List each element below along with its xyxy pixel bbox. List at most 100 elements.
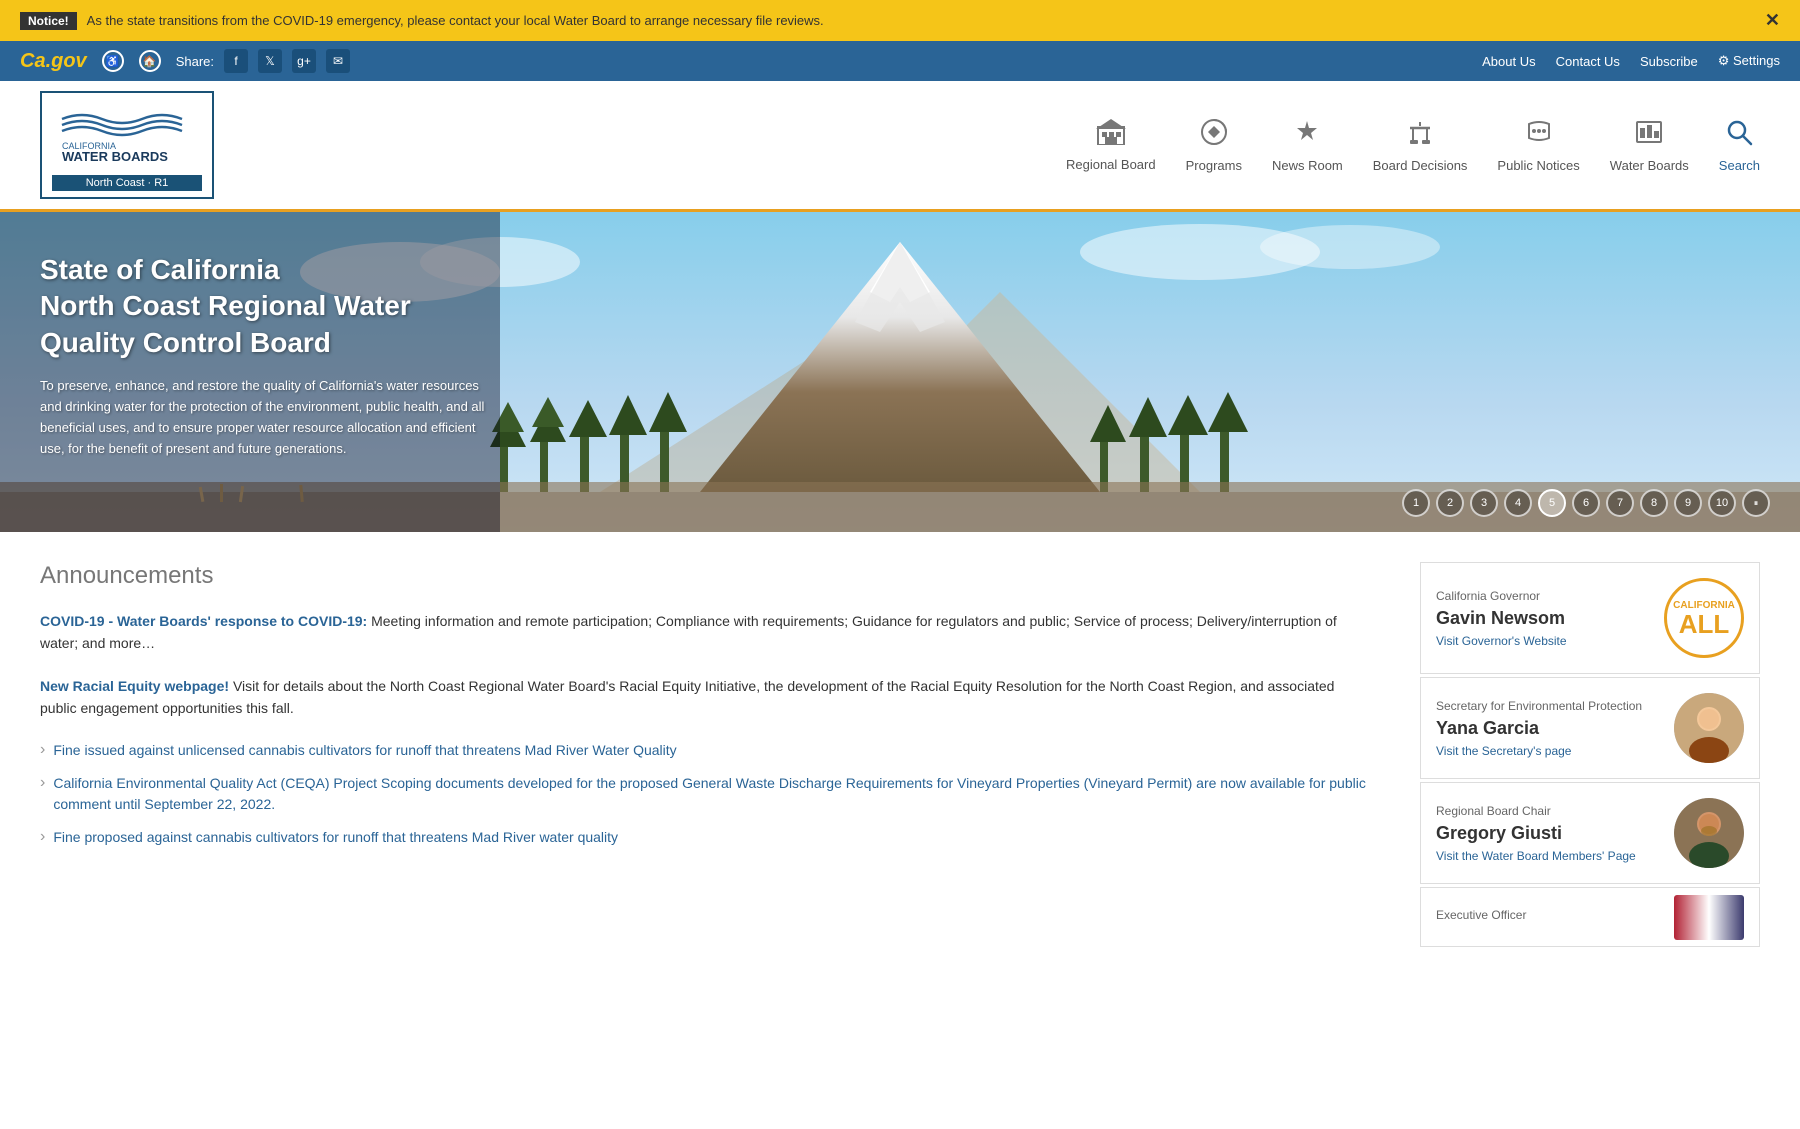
svg-text:WATER BOARDS: WATER BOARDS xyxy=(62,149,168,164)
hero-page-9[interactable]: 9 xyxy=(1674,489,1702,517)
subscribe-link[interactable]: Subscribe xyxy=(1640,54,1698,69)
secretary-card: Secretary for Environmental Protection Y… xyxy=(1420,677,1760,779)
governor-name: Gavin Newsom xyxy=(1436,608,1567,629)
hero-pagination: 1 2 3 4 5 6 7 8 9 10 ⏸ xyxy=(1402,489,1770,517)
secretary-avatar xyxy=(1674,693,1744,763)
board-decisions-icon xyxy=(1406,118,1434,153)
hero-page-5[interactable]: 5 xyxy=(1538,489,1566,517)
ca-all-logo: CALIFORNIA ALL xyxy=(1664,578,1744,658)
board-chair-name: Gregory Giusti xyxy=(1436,823,1636,844)
facebook-icon[interactable]: f xyxy=(224,49,248,73)
nav-programs-label: Programs xyxy=(1186,158,1242,173)
racial-equity-link[interactable]: New Racial Equity webpage! xyxy=(40,678,229,694)
hero-description: To preserve, enhance, and restore the qu… xyxy=(40,376,490,459)
logo-svg: CALIFORNIA WATER BOARDS xyxy=(52,99,202,169)
nav-public-notices[interactable]: Public Notices xyxy=(1497,118,1579,173)
secretary-label: Secretary for Environmental Protection xyxy=(1436,699,1642,713)
notice-text: As the state transitions from the COVID-… xyxy=(87,13,824,28)
email-icon[interactable]: ✉ xyxy=(326,49,350,73)
nav-board-decisions[interactable]: Board Decisions xyxy=(1373,118,1468,173)
governor-info: California Governor Gavin Newsom Visit G… xyxy=(1436,589,1567,648)
nav-programs[interactable]: Programs xyxy=(1186,118,1242,173)
nav-water-boards-label: Water Boards xyxy=(1610,158,1689,173)
main-header: CALIFORNIA WATER BOARDS North Coast · R1… xyxy=(0,81,1800,212)
ca-gov-logo[interactable]: Ca.gov xyxy=(20,50,87,73)
hero-title: State of CaliforniaNorth Coast Regional … xyxy=(40,252,490,361)
list-item: › California Environmental Quality Act (… xyxy=(40,773,1370,815)
hero-page-2[interactable]: 2 xyxy=(1436,489,1464,517)
board-chair-avatar xyxy=(1674,798,1744,868)
governor-card: California Governor Gavin Newsom Visit G… xyxy=(1420,562,1760,674)
announcement-racial-equity: New Racial Equity webpage! Visit for det… xyxy=(40,675,1370,720)
board-chair-link[interactable]: Visit the Water Board Members' Page xyxy=(1436,849,1636,863)
secretary-info: Secretary for Environmental Protection Y… xyxy=(1436,699,1642,758)
governor-link[interactable]: Visit Governor's Website xyxy=(1436,634,1567,648)
bullet-list: › Fine issued against unlicensed cannabi… xyxy=(40,740,1370,848)
logo-area[interactable]: CALIFORNIA WATER BOARDS North Coast · R1 xyxy=(40,91,214,199)
share-label: Share: xyxy=(176,54,214,69)
hero-section: State of CaliforniaNorth Coast Regional … xyxy=(0,212,1800,532)
nav-board-decisions-label: Board Decisions xyxy=(1373,158,1468,173)
announcement-covid: COVID-19 - Water Boards' response to COV… xyxy=(40,610,1370,655)
notice-close-button[interactable]: ✕ xyxy=(1765,10,1780,31)
main-navigation: Regional Board Programs News Room Board … xyxy=(1066,118,1760,173)
news-room-icon xyxy=(1293,118,1321,153)
all-text: ALL xyxy=(1679,611,1730,637)
nav-regional-board-label: Regional Board xyxy=(1066,157,1156,172)
content-area: Announcements COVID-19 - Water Boards' r… xyxy=(0,532,1800,980)
arrow-icon: › xyxy=(40,741,45,759)
hero-text: State of CaliforniaNorth Coast Regional … xyxy=(40,252,490,459)
governor-label: California Governor xyxy=(1436,589,1567,603)
sidebar: California Governor Gavin Newsom Visit G… xyxy=(1420,562,1760,950)
hero-pause-button[interactable]: ⏸ xyxy=(1742,489,1770,517)
twitter-icon[interactable]: 𝕏 xyxy=(258,49,282,73)
contact-us-link[interactable]: Contact Us xyxy=(1556,54,1620,69)
nav-public-notices-label: Public Notices xyxy=(1497,158,1579,173)
share-area: Share: f 𝕏 g+ ✉ xyxy=(176,49,350,73)
bullet-link-1[interactable]: Fine issued against unlicensed cannabis … xyxy=(53,740,676,761)
hero-page-7[interactable]: 7 xyxy=(1606,489,1634,517)
notice-label: Notice! xyxy=(20,12,77,30)
accessibility-icon[interactable]: ♿ xyxy=(102,50,124,72)
hero-page-8[interactable]: 8 xyxy=(1640,489,1668,517)
executive-officer-info: Executive Officer xyxy=(1436,908,1526,927)
google-plus-icon[interactable]: g+ xyxy=(292,49,316,73)
announcements-heading: Announcements xyxy=(40,562,1370,590)
executive-officer-avatar xyxy=(1674,895,1744,940)
executive-officer-label: Executive Officer xyxy=(1436,908,1526,922)
search-icon xyxy=(1725,118,1753,153)
hero-page-4[interactable]: 4 xyxy=(1504,489,1532,517)
bullet-link-3[interactable]: Fine proposed against cannabis cultivato… xyxy=(53,827,618,848)
settings-link[interactable]: ⚙ Settings xyxy=(1718,53,1780,69)
board-chair-card: Regional Board Chair Gregory Giusti Visi… xyxy=(1420,782,1760,884)
racial-equity-body: Visit for details about the North Coast … xyxy=(40,678,1334,716)
hero-page-10[interactable]: 10 xyxy=(1708,489,1736,517)
home-icon[interactable]: 🏠 xyxy=(139,50,161,72)
executive-officer-card: Executive Officer xyxy=(1420,887,1760,947)
hero-page-1[interactable]: 1 xyxy=(1402,489,1430,517)
main-content: Announcements COVID-19 - Water Boards' r… xyxy=(40,562,1420,950)
covid-link[interactable]: COVID-19 - Water Boards' response to COV… xyxy=(40,613,367,629)
nav-news-room-label: News Room xyxy=(1272,158,1343,173)
nav-search[interactable]: Search xyxy=(1719,118,1760,173)
hero-page-6[interactable]: 6 xyxy=(1572,489,1600,517)
secretary-link[interactable]: Visit the Secretary's page xyxy=(1436,744,1642,758)
about-us-link[interactable]: About Us xyxy=(1482,54,1535,69)
list-item: › Fine proposed against cannabis cultiva… xyxy=(40,827,1370,848)
public-notices-icon xyxy=(1525,118,1553,153)
arrow-icon: › xyxy=(40,828,45,846)
nav-regional-board[interactable]: Regional Board xyxy=(1066,119,1156,172)
programs-icon xyxy=(1200,118,1228,153)
utility-right: About Us Contact Us Subscribe ⚙ Settings xyxy=(1482,53,1780,69)
bullet-link-2[interactable]: California Environmental Quality Act (CE… xyxy=(53,773,1370,815)
arrow-icon: › xyxy=(40,774,45,792)
logo-box: CALIFORNIA WATER BOARDS North Coast · R1 xyxy=(40,91,214,199)
water-boards-icon xyxy=(1635,118,1663,153)
hero-page-3[interactable]: 3 xyxy=(1470,489,1498,517)
nav-water-boards[interactable]: Water Boards xyxy=(1610,118,1689,173)
list-item: › Fine issued against unlicensed cannabi… xyxy=(40,740,1370,761)
nav-search-label: Search xyxy=(1719,158,1760,173)
nav-news-room[interactable]: News Room xyxy=(1272,118,1343,173)
utility-left: Ca.gov ♿ 🏠 Share: f 𝕏 g+ ✉ xyxy=(20,49,350,73)
regional-board-icon xyxy=(1096,119,1126,152)
